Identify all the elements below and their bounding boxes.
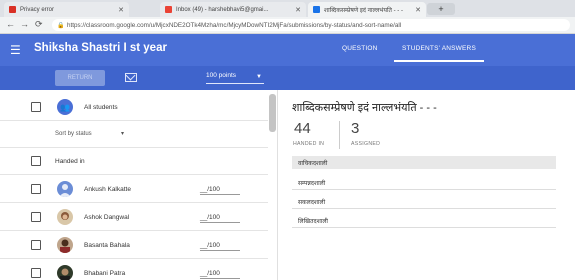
handed-in-count: 44 bbox=[294, 120, 311, 137]
avatar bbox=[57, 209, 73, 225]
student-checkbox[interactable] bbox=[31, 268, 41, 278]
new-tab-button[interactable]: + bbox=[427, 3, 455, 15]
lock-icon: 🔒 bbox=[57, 23, 65, 29]
answer-option[interactable]: वाचिकदशाली bbox=[292, 156, 556, 169]
section-checkbox[interactable] bbox=[31, 156, 41, 166]
tab-label: शाब्दिकसम्प्रेषणे इदं नाल्लभंयति - - - bbox=[324, 7, 403, 14]
answer-option[interactable]: सम्पन्नदशाली bbox=[292, 176, 556, 189]
address-bar-row: ← → ⟳ 🔒 https://classroom.google.com/u/M… bbox=[0, 17, 575, 34]
all-students-label: All students bbox=[84, 104, 118, 111]
divider bbox=[292, 189, 556, 190]
student-list-panel: 👥 All students Sort by status ▾ Handed i… bbox=[0, 90, 278, 280]
grade-input[interactable]: __/100 bbox=[200, 242, 240, 251]
chevron-down-icon[interactable]: ▾ bbox=[121, 130, 124, 137]
sort-row[interactable]: Sort by status ▾ bbox=[0, 121, 268, 147]
browser-tab-bar: Privacy error ✕ Inbox (49) - harshebhavi… bbox=[0, 0, 575, 17]
plus-icon: + bbox=[438, 4, 444, 14]
handed-in-label: HANDED IN bbox=[293, 141, 325, 147]
course-title[interactable]: Shiksha Shastri I st year bbox=[34, 42, 167, 54]
stat-divider bbox=[339, 121, 340, 149]
divider bbox=[292, 208, 556, 209]
student-checkbox[interactable] bbox=[31, 212, 41, 222]
reload-icon[interactable]: ⟳ bbox=[35, 19, 43, 30]
sort-by-status-dropdown[interactable]: Sort by status bbox=[55, 131, 92, 137]
browser-tab-classroom[interactable]: शाब्दिकसम्प्रेषणे इदं नाल्लभंयति - - - ✕ bbox=[308, 2, 426, 17]
table-row[interactable]: Bhabani Patra __/100 bbox=[0, 260, 268, 280]
browser-tab-privacy-error[interactable]: Privacy error ✕ bbox=[4, 2, 129, 17]
url-field[interactable]: 🔒 https://classroom.google.com/u/MjcxNDE… bbox=[52, 19, 570, 31]
warning-icon bbox=[9, 6, 16, 13]
table-row[interactable]: Ankush Kalkatte __/100 bbox=[0, 176, 268, 202]
menu-icon[interactable]: ☰ bbox=[10, 43, 21, 57]
browser-tab-inbox[interactable]: Inbox (49) - harshebhavi5@gmai... ✕ bbox=[160, 2, 306, 17]
classroom-icon bbox=[313, 6, 320, 13]
classroom-header: ☰ Shiksha Shastri I st year QUESTION STU… bbox=[0, 34, 575, 66]
points-value: 100 points bbox=[206, 72, 236, 79]
return-button[interactable]: RETURN bbox=[55, 70, 105, 86]
student-name: Bhabani Patra bbox=[84, 270, 126, 277]
points-dropdown[interactable]: 100 points ▼ bbox=[206, 72, 264, 84]
tab-label: Inbox (49) - harshebhavi5@gmai... bbox=[176, 6, 269, 13]
avatar bbox=[57, 237, 73, 253]
dropdown-caret-icon: ▼ bbox=[256, 74, 262, 80]
avatar bbox=[57, 181, 73, 197]
student-name: Ashok Dangwal bbox=[84, 214, 130, 221]
tab-question[interactable]: QUESTION bbox=[342, 45, 378, 52]
table-row[interactable]: Ashok Dangwal __/100 bbox=[0, 204, 268, 230]
assignment-detail-panel: शाब्दिकसम्प्रेषणे इदं नाल्लभंयति - - - 4… bbox=[278, 90, 575, 280]
assignment-title: शाब्दिकसम्प्रेषणे इदं नाल्लभंयति - - - bbox=[292, 102, 437, 114]
assigned-count: 3 bbox=[351, 120, 360, 137]
answer-option[interactable]: सकलदशाली bbox=[292, 195, 556, 208]
grade-input[interactable]: __/100 bbox=[200, 270, 240, 279]
close-icon[interactable]: ✕ bbox=[415, 6, 421, 14]
handed-in-section-row[interactable]: Handed in bbox=[0, 148, 268, 174]
divider bbox=[292, 227, 556, 228]
student-checkbox[interactable] bbox=[31, 184, 41, 194]
close-icon[interactable]: ✕ bbox=[118, 6, 124, 14]
grading-toolbar: RETURN 100 points ▼ bbox=[0, 66, 575, 90]
grade-input[interactable]: __/100 bbox=[200, 186, 240, 195]
divider bbox=[0, 174, 268, 175]
divider bbox=[0, 230, 268, 231]
forward-arrow-icon[interactable]: → bbox=[20, 19, 29, 29]
close-icon[interactable]: ✕ bbox=[295, 6, 301, 14]
table-row[interactable]: Basanta Bahala __/100 bbox=[0, 232, 268, 258]
group-icon: 👥 bbox=[57, 99, 73, 115]
student-name: Ankush Kalkatte bbox=[84, 186, 131, 193]
url-text: https://classroom.google.com/u/MjcxNDE2O… bbox=[67, 21, 402, 29]
tab-label: Privacy error bbox=[20, 6, 55, 13]
back-arrow-icon[interactable]: ← bbox=[6, 19, 15, 29]
handed-in-label: Handed in bbox=[55, 158, 85, 165]
grade-input[interactable]: __/100 bbox=[200, 214, 240, 223]
select-all-checkbox[interactable] bbox=[31, 102, 41, 112]
divider bbox=[0, 258, 268, 259]
scrollbar[interactable] bbox=[269, 94, 276, 132]
answer-option[interactable]: लिखितदशाली bbox=[292, 214, 556, 227]
assigned-label: ASSIGNED bbox=[351, 141, 381, 147]
student-name: Basanta Bahala bbox=[84, 242, 130, 249]
student-checkbox[interactable] bbox=[31, 240, 41, 250]
mail-icon[interactable] bbox=[125, 73, 137, 82]
all-students-row[interactable]: 👥 All students bbox=[0, 94, 268, 120]
divider bbox=[0, 202, 268, 203]
avatar bbox=[57, 265, 73, 280]
tab-students-answers[interactable]: STUDENTS' ANSWERS bbox=[394, 45, 484, 62]
gmail-icon bbox=[165, 6, 172, 13]
